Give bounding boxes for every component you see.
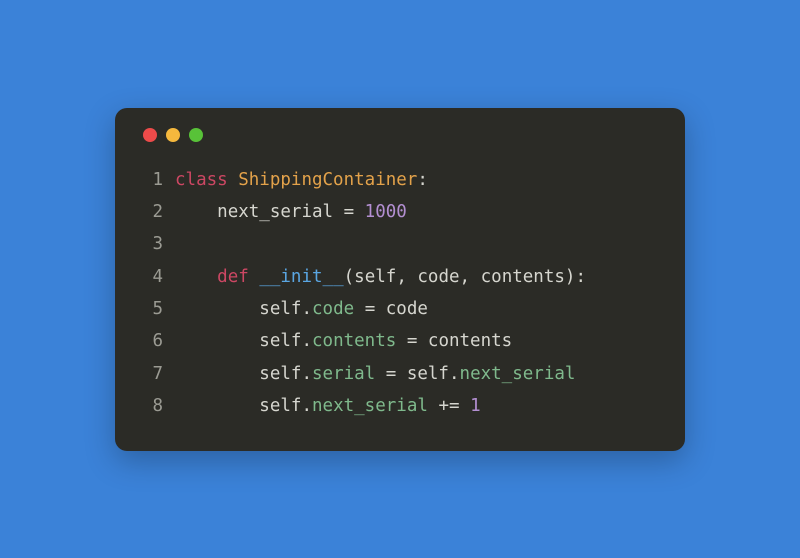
token — [175, 364, 259, 384]
token: serial — [312, 364, 375, 384]
token: , — [396, 267, 417, 287]
line-content[interactable] — [175, 228, 186, 260]
token: contents — [312, 331, 396, 351]
token: . — [449, 364, 460, 384]
token — [175, 267, 217, 287]
token: 1 — [470, 396, 481, 416]
line-number: 1 — [139, 164, 163, 196]
token — [228, 170, 239, 190]
token — [175, 331, 259, 351]
token: next_serial — [460, 364, 576, 384]
token: = contents — [396, 331, 512, 351]
line-number: 6 — [139, 325, 163, 357]
token: += — [428, 396, 470, 416]
token: contents — [481, 267, 565, 287]
code-line[interactable]: 8 self.next_serial += 1 — [139, 390, 661, 422]
line-number: 7 — [139, 358, 163, 390]
line-number: 8 — [139, 390, 163, 422]
line-content[interactable]: self.next_serial += 1 — [175, 390, 481, 422]
code-line[interactable]: 7 self.serial = self.next_serial — [139, 358, 661, 390]
titlebar — [139, 128, 661, 142]
line-number: 2 — [139, 196, 163, 228]
line-number: 3 — [139, 228, 163, 260]
token: self — [259, 299, 301, 319]
token — [175, 234, 186, 254]
token: ): — [565, 267, 586, 287]
token: , — [460, 267, 481, 287]
token — [175, 396, 259, 416]
token: self — [354, 267, 396, 287]
code-area[interactable]: 1class ShippingContainer:2 next_serial =… — [139, 164, 661, 423]
line-content[interactable]: class ShippingContainer: — [175, 164, 428, 196]
token: . — [301, 396, 312, 416]
minimize-icon[interactable] — [166, 128, 180, 142]
token: = — [333, 202, 365, 222]
token: self — [259, 331, 301, 351]
line-content[interactable]: self.code = code — [175, 293, 428, 325]
token: __init__ — [259, 267, 343, 287]
token: ShippingContainer — [238, 170, 417, 190]
code-line[interactable]: 1 class ShippingContainer: — [139, 164, 661, 196]
line-content[interactable]: self.serial = self.next_serial — [175, 358, 575, 390]
token: code — [417, 267, 459, 287]
token: 1000 — [365, 202, 407, 222]
token: self — [407, 364, 449, 384]
editor-window: 1class ShippingContainer:2 next_serial =… — [115, 108, 685, 451]
token: next_serial — [217, 202, 333, 222]
token: = code — [354, 299, 428, 319]
line-content[interactable]: next_serial = 1000 — [175, 196, 407, 228]
token: = — [375, 364, 407, 384]
line-content[interactable]: self.contents = contents — [175, 325, 512, 357]
token — [175, 299, 259, 319]
token: next_serial — [312, 396, 428, 416]
token: def — [217, 267, 249, 287]
token — [175, 202, 217, 222]
token: ( — [344, 267, 355, 287]
token: class — [175, 170, 228, 190]
token: self — [259, 396, 301, 416]
close-icon[interactable] — [143, 128, 157, 142]
token: . — [301, 299, 312, 319]
token: . — [301, 331, 312, 351]
line-number: 4 — [139, 261, 163, 293]
token: code — [312, 299, 354, 319]
maximize-icon[interactable] — [189, 128, 203, 142]
token: . — [301, 364, 312, 384]
token: self — [259, 364, 301, 384]
token — [249, 267, 260, 287]
code-line[interactable]: 4 def __init__(self, code, contents): — [139, 261, 661, 293]
code-line[interactable]: 6 self.contents = contents — [139, 325, 661, 357]
code-line[interactable]: 2 next_serial = 1000 — [139, 196, 661, 228]
token: : — [417, 170, 428, 190]
code-line[interactable]: 5 self.code = code — [139, 293, 661, 325]
code-line[interactable]: 3 — [139, 228, 661, 260]
line-number: 5 — [139, 293, 163, 325]
line-content[interactable]: def __init__(self, code, contents): — [175, 261, 586, 293]
